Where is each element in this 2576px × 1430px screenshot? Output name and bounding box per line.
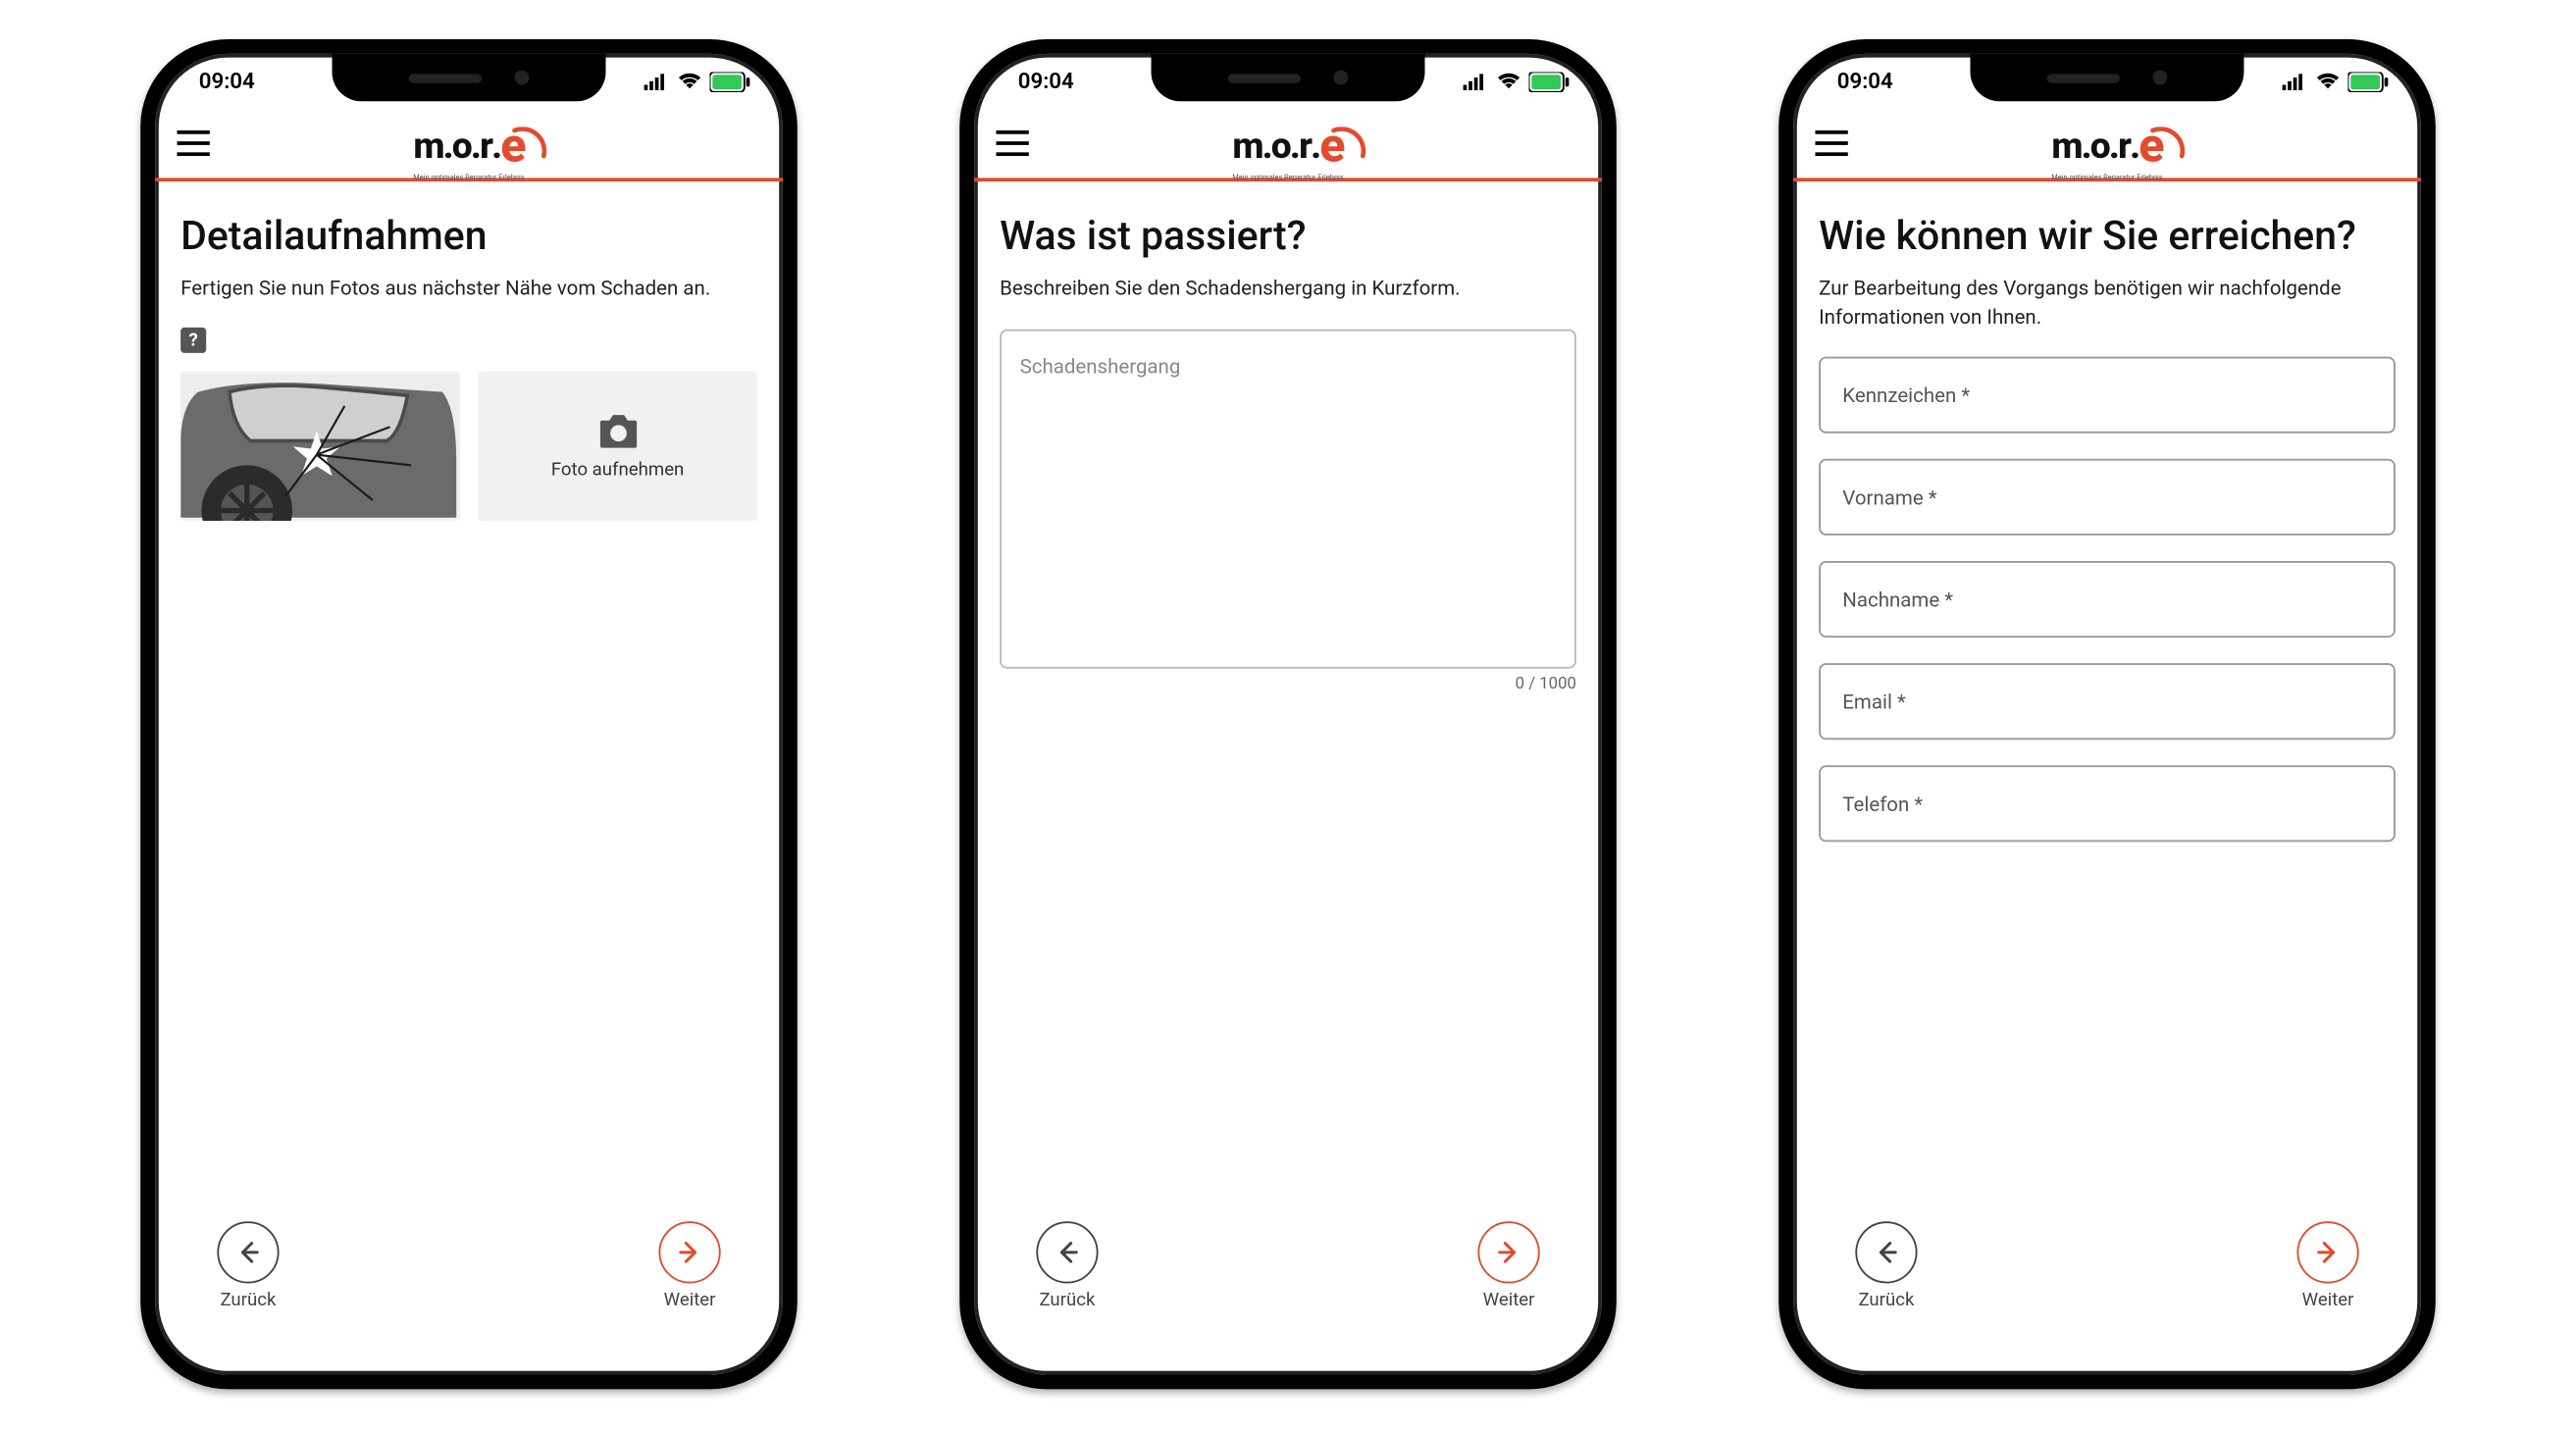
device-notch xyxy=(1151,54,1424,101)
battery-icon xyxy=(709,72,749,91)
wifi-icon xyxy=(677,72,702,90)
next-label: Weiter xyxy=(2302,1291,2354,1310)
arrow-left-icon xyxy=(235,1240,261,1265)
page-subtitle: Beschreiben Sie den Schadenshergang in K… xyxy=(1000,275,1576,303)
logo-dot: . xyxy=(471,124,480,168)
field-placeholder: Nachname * xyxy=(1843,587,1954,611)
logo-dot: . xyxy=(1290,124,1299,168)
app-header: m.o.r.e Mein optimales Reparatur Erlebni… xyxy=(155,109,783,181)
logo-tagline: Mein optimales Reparatur Erlebnis xyxy=(2052,173,2163,181)
wifi-icon xyxy=(2315,72,2341,90)
take-photo-card[interactable]: Foto aufnehmen xyxy=(478,372,757,522)
page-title: Was ist passiert? xyxy=(1000,215,1576,261)
status-time: 09:04 xyxy=(1007,69,1074,94)
menu-icon[interactable] xyxy=(1816,130,1848,156)
char-counter: 0 / 1000 xyxy=(1000,676,1576,694)
battery-icon xyxy=(1529,72,1570,91)
logo-o: o xyxy=(2090,124,2109,168)
app-header: m.o.r.e Mein optimales Reparatur Erlebni… xyxy=(1793,109,2421,181)
license-plate-field[interactable]: Kennzeichen * xyxy=(1819,357,2396,434)
logo-r: r xyxy=(1299,124,1311,168)
logo-m: m xyxy=(2052,124,2082,168)
logo-dot: . xyxy=(2130,124,2138,168)
back-button[interactable]: Zurück xyxy=(1856,1221,1918,1310)
phone-mockup-2: 09:04 m.o.r.e Mein optimales Reparatur E… xyxy=(1111,39,1465,765)
back-button[interactable]: Zurück xyxy=(1036,1221,1098,1310)
logo-dot: . xyxy=(1311,124,1319,168)
logo-tagline: Mein optimales Reparatur Erlebnis xyxy=(413,173,524,181)
arrow-left-icon xyxy=(1874,1240,1899,1265)
logo-e-swoosh: e xyxy=(2139,120,2163,175)
logo-m: m xyxy=(413,124,442,168)
cellular-icon xyxy=(644,72,669,90)
status-indicators xyxy=(644,72,749,91)
page-title: Wie können wir Sie erreichen? xyxy=(1819,215,2396,261)
firstname-field[interactable]: Vorname * xyxy=(1819,459,2396,536)
brand-logo: m.o.r.e Mein optimales Reparatur Erlebni… xyxy=(413,116,524,171)
battery-icon xyxy=(2348,72,2389,91)
logo-m: m xyxy=(1232,124,1262,168)
cellular-icon xyxy=(1464,72,1489,90)
logo-dot: . xyxy=(2109,124,2118,168)
next-label: Weiter xyxy=(1483,1291,1535,1310)
logo-r: r xyxy=(2118,124,2130,168)
lastname-field[interactable]: Nachname * xyxy=(1819,561,2396,638)
next-button[interactable]: Weiter xyxy=(1477,1221,1539,1310)
logo-o: o xyxy=(1271,124,1290,168)
textarea-placeholder: Schadenshergang xyxy=(1020,354,1181,378)
logo-dot: . xyxy=(442,124,451,168)
logo-dot: . xyxy=(1262,124,1271,168)
arrow-right-icon xyxy=(1496,1240,1521,1265)
logo-e-swoosh: e xyxy=(500,120,524,175)
back-label: Zurück xyxy=(220,1291,276,1310)
help-icon[interactable]: ? xyxy=(180,328,206,353)
page-subtitle: Zur Bearbeitung des Vorgangs benötigen w… xyxy=(1819,275,2396,331)
menu-icon[interactable] xyxy=(177,130,209,156)
field-placeholder: Email * xyxy=(1843,689,1907,713)
page-subtitle: Fertigen Sie nun Fotos aus nächster Nähe… xyxy=(180,275,757,303)
back-label: Zurück xyxy=(1039,1291,1095,1310)
three-phone-showcase: 09:04 m.o.r.e Mein optimales Reparatur E… xyxy=(0,0,2576,1430)
next-button[interactable]: Weiter xyxy=(658,1221,720,1310)
logo-dot: . xyxy=(2082,124,2090,168)
menu-icon[interactable] xyxy=(996,130,1028,156)
arrow-right-icon xyxy=(2315,1240,2341,1265)
take-photo-label: Foto aufnehmen xyxy=(551,460,684,480)
back-button[interactable]: Zurück xyxy=(217,1221,279,1310)
phone-field[interactable]: Telefon * xyxy=(1819,765,2396,842)
field-placeholder: Vorname * xyxy=(1843,485,1937,509)
next-button[interactable]: Weiter xyxy=(2297,1221,2359,1310)
logo-dot: . xyxy=(491,124,500,168)
next-label: Weiter xyxy=(663,1291,715,1310)
logo-tagline: Mein optimales Reparatur Erlebnis xyxy=(1232,173,1343,181)
car-damage-illustration xyxy=(180,372,460,522)
status-indicators xyxy=(1464,72,1570,91)
logo-e-swoosh: e xyxy=(1319,120,1343,175)
cellular-icon xyxy=(2283,72,2308,90)
arrow-left-icon xyxy=(1055,1240,1080,1265)
damage-description-textarea[interactable]: Schadenshergang xyxy=(1000,329,1576,668)
logo-r: r xyxy=(480,124,491,168)
back-label: Zurück xyxy=(1859,1291,1915,1310)
email-field[interactable]: Email * xyxy=(1819,663,2396,740)
wifi-icon xyxy=(1496,72,1521,90)
status-indicators xyxy=(2283,72,2389,91)
logo-o: o xyxy=(451,124,470,168)
page-title: Detailaufnahmen xyxy=(180,215,757,261)
arrow-right-icon xyxy=(677,1240,702,1265)
field-placeholder: Kennzeichen * xyxy=(1843,383,1971,407)
status-time: 09:04 xyxy=(1827,69,1893,94)
status-time: 09:04 xyxy=(187,69,254,94)
device-notch xyxy=(332,54,605,101)
app-header: m.o.r.e Mein optimales Reparatur Erlebni… xyxy=(974,109,1602,181)
device-notch xyxy=(1971,54,2244,101)
brand-logo: m.o.r.e Mein optimales Reparatur Erlebni… xyxy=(2052,116,2163,171)
camera-icon xyxy=(595,413,640,449)
field-placeholder: Telefon * xyxy=(1843,792,1924,815)
damage-illustration-card[interactable] xyxy=(180,372,460,522)
phone-mockup-1: 09:04 m.o.r.e Mein optimales Reparatur E… xyxy=(292,39,645,765)
phone-mockup-3: 09:04 m.o.r.e Mein optimales Reparatur E… xyxy=(1931,39,2284,765)
brand-logo: m.o.r.e Mein optimales Reparatur Erlebni… xyxy=(1232,116,1343,171)
